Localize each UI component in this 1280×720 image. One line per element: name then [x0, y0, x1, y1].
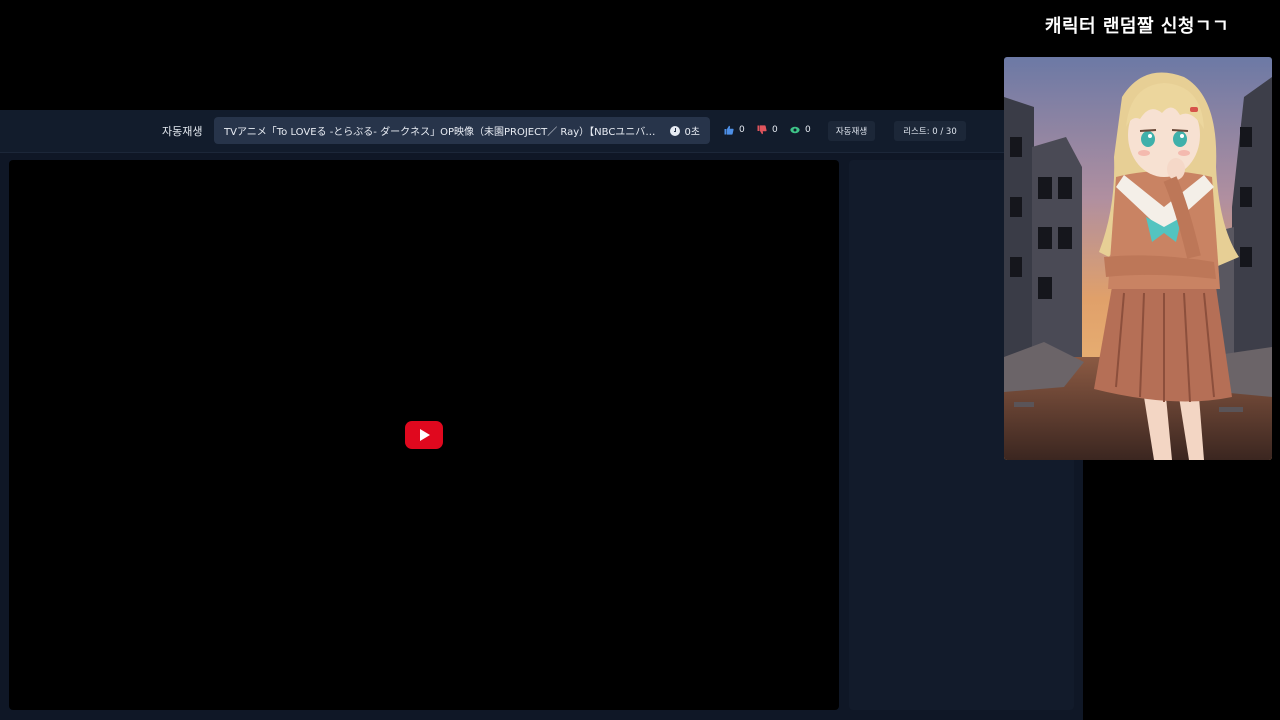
thumbs-up-icon: [724, 125, 734, 135]
eye-icon: [790, 126, 800, 134]
player-toolbar: 자동재생 TVアニメ「To LOVEる -とらぶる- ダークネス」OP映像（未園…: [0, 110, 1083, 153]
like-count: 0: [739, 125, 745, 135]
thumbs-down-icon: [757, 125, 767, 135]
autoplay-label: 자동재생: [162, 125, 203, 138]
views-count: 0: [805, 125, 811, 135]
now-playing-title: TVアニメ「To LOVEる -とらぶる- ダークネス」OP映像（未園PROJE…: [224, 127, 665, 138]
character-illustration: [1004, 57, 1272, 460]
clock-icon: [670, 125, 681, 136]
youtube-play-icon[interactable]: [405, 421, 443, 449]
duration-text: 0초: [684, 127, 700, 138]
now-playing-bar[interactable]: TVアニメ「To LOVEる -とらぶる- ダークネス」OP映像（未園PROJE…: [214, 117, 710, 144]
character-image: [1004, 57, 1272, 460]
views-stat: 0: [790, 125, 811, 135]
dislike-button[interactable]: 0: [757, 125, 778, 135]
list-counter[interactable]: 리스트: 0 / 30: [894, 121, 966, 141]
overlay-title: 캐릭터 랜덤짤 신청ㄱㄱ: [1044, 16, 1230, 37]
dislike-count: 0: [772, 125, 778, 135]
like-button[interactable]: 0: [724, 125, 745, 135]
autoplay-button[interactable]: 자동재생: [828, 121, 875, 141]
video-player[interactable]: [9, 160, 839, 710]
